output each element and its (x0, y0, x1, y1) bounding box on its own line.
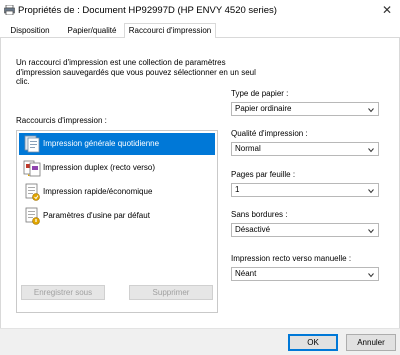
tab-content: Un raccourci d'impression est une collec… (0, 38, 400, 328)
manual-duplex-label: Impression recto verso manuelle : (231, 254, 352, 263)
tab-print-shortcut[interactable]: Raccourci d'impression (124, 23, 216, 39)
tab-disposition[interactable]: Disposition (3, 25, 57, 38)
list-item-fast-economy[interactable]: Impression rapide/économique (19, 181, 215, 203)
chevron-down-icon (368, 229, 374, 234)
factory-doc-icon (25, 207, 40, 225)
manual-duplex-value: Néant (235, 269, 257, 278)
dialog-footer: OK Annuler (0, 328, 400, 355)
description-text: Un raccourci d'impression est une collec… (16, 58, 256, 86)
list-item-label: Impression duplex (recto verso) (43, 163, 156, 172)
pages-per-sheet-label: Pages par feuille : (231, 170, 296, 179)
shortcuts-label: Raccourcis d'impression : (16, 116, 107, 125)
borderless-label: Sans bordures : (231, 210, 288, 219)
delete-button[interactable]: Supprimer (129, 285, 213, 300)
economy-doc-icon (25, 183, 40, 201)
printer-icon (4, 5, 15, 15)
tab-paper-quality[interactable]: Papier/qualité (60, 25, 124, 38)
borderless-value: Désactivé (235, 225, 271, 234)
chevron-down-icon (368, 273, 374, 278)
list-item-label: Impression rapide/économique (43, 187, 153, 196)
chevron-down-icon (368, 189, 374, 194)
close-icon: ✕ (381, 3, 393, 17)
list-item-factory-defaults[interactable]: Paramètres d'usine par défaut (19, 205, 215, 227)
pages-per-sheet-dropdown[interactable]: 1 (231, 183, 379, 197)
chevron-down-icon (368, 108, 374, 113)
quality-dropdown[interactable]: Normal (231, 142, 379, 156)
window-title: Propriétés de : Document HP92997D (HP EN… (18, 5, 277, 16)
document-stack-icon (24, 135, 40, 153)
list-item-label: Paramètres d'usine par défaut (43, 211, 150, 220)
manual-duplex-dropdown[interactable]: Néant (231, 267, 379, 281)
tab-strip: Disposition Papier/qualité Raccourci d'i… (0, 22, 400, 39)
ok-button[interactable]: OK (288, 334, 338, 351)
list-item-label: Impression générale quotidienne (43, 139, 160, 148)
quality-label: Qualité d'impression : (231, 129, 308, 138)
save-as-button[interactable]: Enregistrer sous (21, 285, 105, 300)
paper-type-value: Papier ordinaire (235, 104, 292, 113)
cancel-button[interactable]: Annuler (346, 334, 396, 351)
quality-value: Normal (235, 144, 261, 153)
list-item-duplex[interactable]: Impression duplex (recto verso) (19, 157, 215, 179)
borderless-dropdown[interactable]: Désactivé (231, 223, 379, 237)
title-bar: Propriétés de : Document HP92997D (HP EN… (0, 0, 400, 22)
close-button[interactable]: ✕ (374, 0, 400, 20)
duplex-doc-icon (23, 160, 41, 177)
paper-type-dropdown[interactable]: Papier ordinaire (231, 102, 379, 116)
chevron-down-icon (368, 148, 374, 153)
pages-per-sheet-value: 1 (235, 185, 240, 194)
list-item-general-everyday[interactable]: Impression générale quotidienne (19, 133, 215, 155)
paper-type-label: Type de papier : (231, 89, 289, 98)
